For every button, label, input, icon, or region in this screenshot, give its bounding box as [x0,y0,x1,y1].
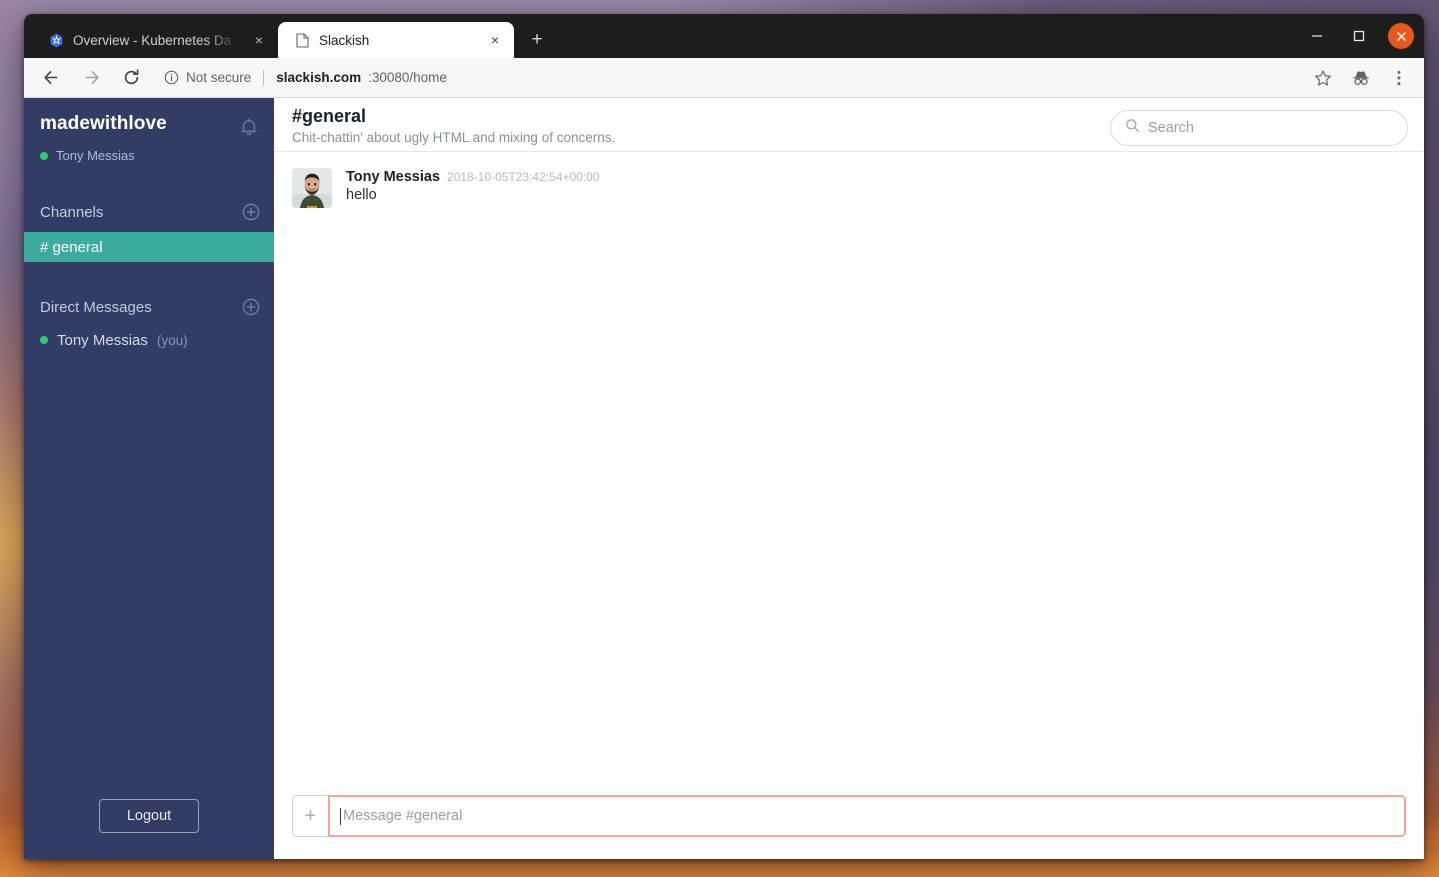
add-dm-button[interactable] [242,298,260,316]
omnibox-divider [263,69,265,86]
main-panel: #general Chit-chattin' about ugly HTML a… [274,98,1424,859]
attach-button[interactable]: + [292,795,328,837]
logout-container: Logout [24,799,274,859]
message-body: Tony Messias 2018-10-05T23:42:54+00:00 h… [346,168,600,203]
page-title: #general [292,106,367,126]
back-button[interactable] [38,65,64,91]
add-channel-button[interactable] [242,203,260,221]
browser-tab-strip: Overview - Kubernetes Da × Slackish × + [24,14,1424,58]
page-icon [294,32,310,48]
message-item: Tony Messias 2018-10-05T23:42:54+00:00 h… [292,168,1406,208]
search-container: Search [1110,106,1408,146]
close-window-button[interactable] [1388,23,1414,49]
browser-toolbar: Not secure slackish.com :30080/home [24,58,1424,98]
channel-topic: Chit-chattin' about ugly HTML and mixing… [292,130,616,145]
text-caret [340,807,341,825]
dm-list: Tony Messias (you) [24,326,274,354]
three-dot-menu-icon[interactable] [1386,65,1412,91]
avatar [292,168,332,208]
dm-you-label: (you) [156,332,188,348]
workspace-name: madewithlove [40,113,167,134]
dm-name: Tony Messias [57,331,148,349]
kubernetes-icon [48,32,64,48]
url-path: :30080/home [368,70,447,85]
minimize-button[interactable] [1304,23,1330,49]
page-viewport: madewithlove Tony Messias Channels # gen… [24,98,1424,859]
site-info-button[interactable]: Not secure [164,70,251,85]
channel-list: # general [24,232,274,262]
search-input[interactable]: Search [1110,110,1408,146]
address-bar[interactable]: Not secure slackish.com :30080/home [158,64,1296,92]
channel-header-text: #general Chit-chattin' about ugly HTML a… [292,106,615,145]
close-icon[interactable]: × [250,31,268,49]
search-icon [1125,118,1140,138]
app-sidebar: madewithlove Tony Messias Channels # gen… [24,98,274,859]
bell-icon[interactable] [238,116,260,143]
url-host: slackish.com [276,70,362,85]
message-input-placeholder: Message #general [343,808,463,824]
current-user-name: Tony Messias [56,148,135,163]
online-status-dot [40,336,48,344]
new-tab-button[interactable]: + [522,25,552,55]
incognito-icon[interactable] [1348,65,1374,91]
channels-section-header: Channels [24,199,274,225]
toolbar-actions [1310,65,1412,91]
workspace-header: madewithlove [24,112,274,143]
reload-button[interactable] [118,65,144,91]
browser-window: Overview - Kubernetes Da × Slackish × + [24,14,1424,859]
info-icon [164,70,179,85]
browser-tab-title: Slackish [319,32,370,48]
message-input[interactable]: Message #general [328,795,1406,837]
dms-section-label: Direct Messages [40,298,152,316]
search-placeholder: Search [1148,120,1194,136]
dms-section-header: Direct Messages [24,294,274,320]
maximize-button[interactable] [1346,23,1372,49]
window-controls [1304,14,1414,58]
forward-button[interactable] [78,65,104,91]
message-timestamp: 2018-10-05T23:42:54+00:00 [447,170,600,184]
close-icon[interactable]: × [486,31,504,49]
message-composer: + Message #general [274,783,1424,859]
online-status-dot [40,151,48,160]
message-text: hello [346,187,377,203]
browser-tab-kubernetes[interactable]: Overview - Kubernetes Da × [32,22,278,58]
browser-tab-slackish[interactable]: Slackish × [278,22,514,58]
sidebar-item-general[interactable]: # general [24,232,274,262]
channel-name: # general [40,238,103,256]
message-list[interactable]: Tony Messias 2018-10-05T23:42:54+00:00 h… [274,152,1424,783]
star-icon[interactable] [1310,65,1336,91]
channels-section-label: Channels [40,203,104,221]
message-meta: Tony Messias 2018-10-05T23:42:54+00:00 [346,169,600,185]
current-user-row: Tony Messias [24,143,274,163]
security-status: Not secure [186,70,252,85]
channel-header: #general Chit-chattin' about ugly HTML a… [274,98,1424,152]
browser-tab-title: Overview - Kubernetes Da [73,32,232,48]
sidebar-item-dm-tony-messias[interactable]: Tony Messias (you) [24,326,274,354]
message-author: Tony Messias [346,169,441,185]
logout-button[interactable]: Logout [99,799,199,833]
